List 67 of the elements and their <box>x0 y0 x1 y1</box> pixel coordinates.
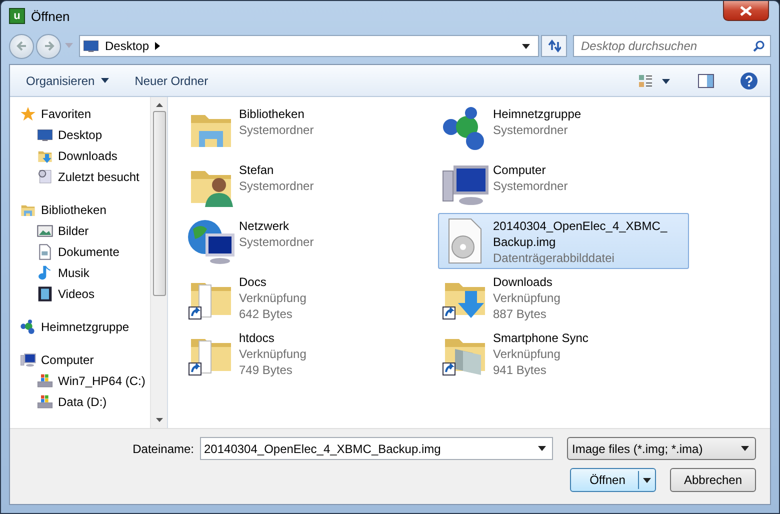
picture-icon <box>37 222 53 238</box>
new-folder-button[interactable]: Neuer Ordner <box>128 70 214 92</box>
close-icon <box>740 6 752 16</box>
file-item[interactable]: Heimnetzgruppe Systemordner <box>438 101 689 157</box>
app-icon: u <box>9 8 25 24</box>
scroll-down-icon[interactable] <box>156 418 162 422</box>
file-item[interactable]: Stefan Systemordner <box>184 157 435 213</box>
help-icon <box>740 72 758 90</box>
file-name-field[interactable]: 20140304_OpenElec_4_XBMC_Backup.img <box>200 437 553 460</box>
scroll-up-icon[interactable] <box>156 103 162 107</box>
nav-item[interactable]: Heimnetzgruppe <box>20 316 150 337</box>
nav-item[interactable]: Data (D:) <box>20 391 150 412</box>
film-icon <box>37 286 53 302</box>
file-item[interactable]: Smartphone Sync Verknüpfung 941 Bytes <box>438 325 689 381</box>
search-field[interactable]: Desktop durchsuchen <box>573 35 771 57</box>
nav-item[interactable]: Favoriten <box>20 103 150 124</box>
search-icon <box>753 40 765 52</box>
back-arrow-icon <box>16 40 28 52</box>
file-item[interactable]: 20140304_OpenElec_4_XBMC_Backup.img Datenträgerabbilddatei <box>438 213 689 269</box>
open-split-button[interactable]: Öffnen <box>570 468 656 492</box>
drive-icon <box>37 372 53 388</box>
music-note-icon <box>37 264 53 280</box>
nav-item[interactable]: Desktop <box>20 124 150 145</box>
file-item[interactable]: Netzwerk Systemordner <box>184 213 435 269</box>
nav-item[interactable]: Dokumente <box>20 241 150 262</box>
file-item[interactable]: Bibliotheken Systemordner <box>184 101 435 157</box>
nav-item[interactable]: Bilder <box>20 220 150 241</box>
scroll-thumb[interactable] <box>152 111 166 296</box>
dropdown-caret-icon[interactable] <box>522 44 530 48</box>
nav-item[interactable]: Win7_HP64 (C:) <box>20 370 150 391</box>
scrollbar[interactable] <box>150 97 167 428</box>
preview-pane-icon <box>698 74 714 88</box>
nav-item[interactable]: Musik <box>20 262 150 283</box>
globe-monitor-icon <box>187 217 235 265</box>
refresh-button[interactable] <box>541 35 567 57</box>
file-name-label: Dateiname: <box>132 442 194 456</box>
nav-item[interactable]: Zuletzt besucht <box>20 166 150 187</box>
nav-item[interactable]: Computer <box>20 349 150 370</box>
file-item[interactable]: Downloads Verknüpfung 887 Bytes <box>438 269 689 325</box>
document-icon <box>37 244 53 260</box>
refresh-icon <box>547 39 561 53</box>
star-icon <box>20 106 36 122</box>
breadcrumb-arrow-icon[interactable] <box>155 42 162 50</box>
dropdown-caret-icon[interactable] <box>538 446 546 451</box>
breadcrumb-item[interactable]: Desktop <box>105 39 150 53</box>
network-spheres-icon <box>20 318 36 334</box>
address-bar[interactable]: Desktop <box>79 35 539 57</box>
caret-icon <box>100 78 109 83</box>
caret-icon <box>741 446 749 451</box>
file-type-dropdown[interactable]: Image files (*.img; *.ima) <box>567 437 756 460</box>
close-button[interactable] <box>723 1 769 21</box>
recent-places-icon <box>37 168 53 184</box>
caret-icon <box>643 478 651 482</box>
cancel-button[interactable]: Abbrechen <box>670 468 756 492</box>
computer-icon <box>20 352 36 368</box>
monitor-icon <box>83 38 99 54</box>
file-item[interactable]: Computer Systemordner <box>438 157 689 213</box>
window-title: Öffnen <box>31 8 71 24</box>
nav-item[interactable]: Videos <box>20 283 150 304</box>
forward-arrow-icon <box>42 40 54 52</box>
file-item[interactable]: Docs Verknüpfung 642 Bytes <box>184 269 435 325</box>
nav-item[interactable]: Bibliotheken <box>20 199 150 220</box>
drive-icon <box>37 394 53 410</box>
nav-item[interactable]: Downloads <box>20 145 150 166</box>
file-item[interactable]: htdocs Verknüpfung 749 Bytes <box>184 325 435 381</box>
monitor-icon <box>37 126 53 142</box>
organize-menu-button[interactable]: Organisieren <box>20 70 115 92</box>
